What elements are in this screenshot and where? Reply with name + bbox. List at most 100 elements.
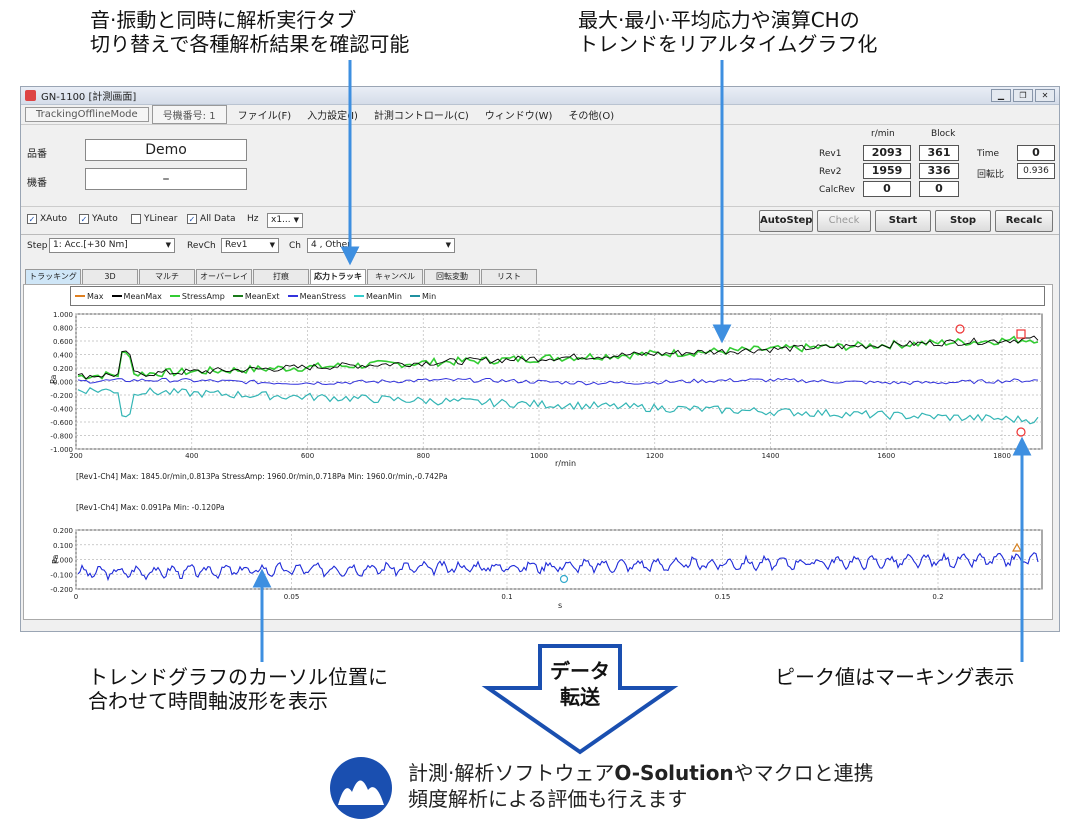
tab-overlay[interactable]: オーバーレイ (196, 269, 252, 284)
tab-stress-tracking[interactable]: 応力トラッキング (310, 269, 366, 295)
legend-item: Min (409, 291, 437, 301)
mode-indicator: TrackingOfflineMode (25, 107, 149, 122)
product-field[interactable]: Demo (85, 139, 247, 161)
legend-swatch (169, 295, 180, 297)
window-controls: ▁ ❐ ✕ (991, 89, 1055, 102)
callout-line: 音·振動と同時に解析実行タブ (90, 8, 357, 32)
legend-swatch (111, 295, 122, 297)
chart-legend: Max MeanMax StressAmp MeanExt MeanStress… (70, 286, 1045, 306)
legend-item: StressAmp (169, 291, 225, 301)
checkbox-box (131, 214, 141, 224)
window-title: GN-1100 [計測画面] (41, 92, 137, 103)
checkbox-box: ✓ (27, 214, 37, 224)
hz-value: x1... (271, 215, 291, 225)
step-value: 1: Acc.[+30 Nm] (53, 240, 128, 250)
legend-label: MeanExt (244, 291, 280, 301)
legend-swatch (353, 295, 364, 297)
menu-window[interactable]: ウィンドウ(W) (485, 107, 553, 122)
checkbox-label: YLinear (144, 214, 178, 224)
legend-label: Max (87, 291, 104, 301)
tab-tracking[interactable]: トラッキング (25, 269, 81, 284)
ch-value: 4 , Other (311, 240, 351, 250)
yauto-checkbox[interactable]: ✓ YAuto (79, 214, 118, 224)
menu-bar: TrackingOfflineMode 号機番号: 1 ファイル(F) 入力設定… (21, 105, 1059, 125)
start-button[interactable]: Start (875, 210, 931, 232)
time-label: Time (977, 149, 1000, 159)
ylinear-checkbox[interactable]: YLinear (131, 214, 177, 224)
ch-select[interactable]: 4 , Other ▼ (307, 238, 455, 253)
legend-label: StressAmp (181, 291, 225, 301)
legend-label: MeanMax (123, 291, 162, 301)
rev2-block: 336 (919, 163, 959, 179)
tab-dent[interactable]: 打痕 (253, 269, 309, 284)
legend-label: MeanStress (299, 291, 346, 301)
check-button[interactable]: Check (817, 210, 871, 232)
chevron-down-icon: ▼ (269, 241, 275, 249)
ratio-label: 回転比 (977, 170, 1005, 180)
rpm-col-header: r/min (871, 129, 895, 139)
tab-campbell[interactable]: キャンベル (367, 269, 423, 284)
menu-measure-control[interactable]: 計測コントロール(C) (374, 107, 469, 122)
stop-button[interactable]: Stop (935, 210, 991, 232)
menu-input-settings[interactable]: 入力設定(I) (307, 107, 358, 122)
legend-item: MeanStress (287, 291, 346, 301)
alldata-checkbox[interactable]: ✓ All Data (187, 214, 236, 224)
chevron-down-icon: ▼ (445, 241, 451, 249)
serial-field[interactable]: – (85, 168, 247, 190)
legend-swatch (409, 295, 420, 297)
autostep-button[interactable]: AutoStep (759, 210, 813, 232)
minimize-icon[interactable]: ▁ (991, 89, 1011, 102)
menu-other[interactable]: その他(O) (568, 107, 614, 122)
transfer-label-2: 転送 (560, 685, 601, 709)
menu-file[interactable]: ファイル(F) (238, 107, 292, 122)
checkbox-box: ✓ (187, 214, 197, 224)
chevron-down-icon: ▼ (293, 216, 299, 224)
legend-swatch (287, 295, 298, 297)
ratio-value: 0.936 (1017, 163, 1055, 179)
revch-value: Rev1 (225, 240, 248, 250)
step-select[interactable]: 1: Acc.[+30 Nm] ▼ (49, 238, 175, 253)
ch-label: Ch (289, 241, 301, 251)
logo-mountain (338, 780, 384, 805)
callout-trend: 最大·最小·平均応力や演算CHの トレンドをリアルタイムグラフ化 (578, 8, 877, 56)
tab-rotation-fluctuation[interactable]: 回転変動 (424, 269, 480, 284)
callout-line: トレンドをリアルタイムグラフ化 (578, 32, 878, 56)
product-label: 品番 (27, 149, 47, 160)
callout-peak: ピーク値はマーキング表示 (775, 665, 1014, 689)
serial-label: 機番 (27, 178, 47, 189)
rev2-rpm: 1959 (863, 163, 911, 179)
legend-item: Max (75, 292, 104, 301)
brand-name: O-Solution (614, 761, 734, 785)
revch-select[interactable]: Rev1 ▼ (221, 238, 279, 253)
hz-label: Hz (247, 214, 259, 224)
tab-multi[interactable]: マルチ (139, 269, 195, 284)
callout-tab-switch: 音·振動と同時に解析実行タブ 切り替えで各種解析結果を確認可能 (90, 8, 409, 56)
close-icon[interactable]: ✕ (1035, 89, 1055, 102)
control-row: ✓ XAuto ✓ YAuto YLinear ✓ All Data Hz x1...… (21, 207, 1059, 235)
callout-line: トレンドグラフのカーソル位置に (88, 665, 388, 689)
revch-label: RevCh (187, 241, 216, 251)
legend-swatch (75, 295, 85, 297)
bottom-text-post: やマクロと連携 (733, 761, 874, 785)
hz-select[interactable]: x1... ▼ (267, 213, 303, 228)
tab-list[interactable]: リスト (481, 269, 537, 284)
tab-3d[interactable]: 3D (82, 269, 138, 284)
rev1-block: 361 (919, 145, 959, 161)
step-label: Step (27, 241, 48, 251)
recalc-button[interactable]: Recalc (995, 210, 1053, 232)
calcrev-rpm: 0 (863, 181, 911, 197)
legend-item: MeanMin (353, 292, 402, 301)
maximize-icon[interactable]: ❐ (1013, 89, 1033, 102)
xauto-checkbox[interactable]: ✓ XAuto (27, 214, 67, 224)
chevron-down-icon: ▼ (165, 241, 171, 249)
step-row: Step 1: Acc.[+30 Nm] ▼ RevCh Rev1 ▼ Ch 4 ,… (21, 235, 1059, 257)
legend-label: Min (421, 291, 437, 301)
title-bar: GN-1100 [計測画面] ▁ ❐ ✕ (21, 87, 1059, 105)
info-panel: 品番 Demo 機番 – r/min Block Rev1 2093 361 R… (21, 125, 1059, 207)
data-transfer-arrow (481, 644, 679, 755)
checkbox-box: ✓ (79, 214, 89, 224)
machine-number: 号機番号: 1 (151, 105, 227, 124)
block-col-header: Block (931, 129, 956, 139)
legend-swatch (232, 295, 243, 297)
rev1-label: Rev1 (819, 149, 842, 159)
